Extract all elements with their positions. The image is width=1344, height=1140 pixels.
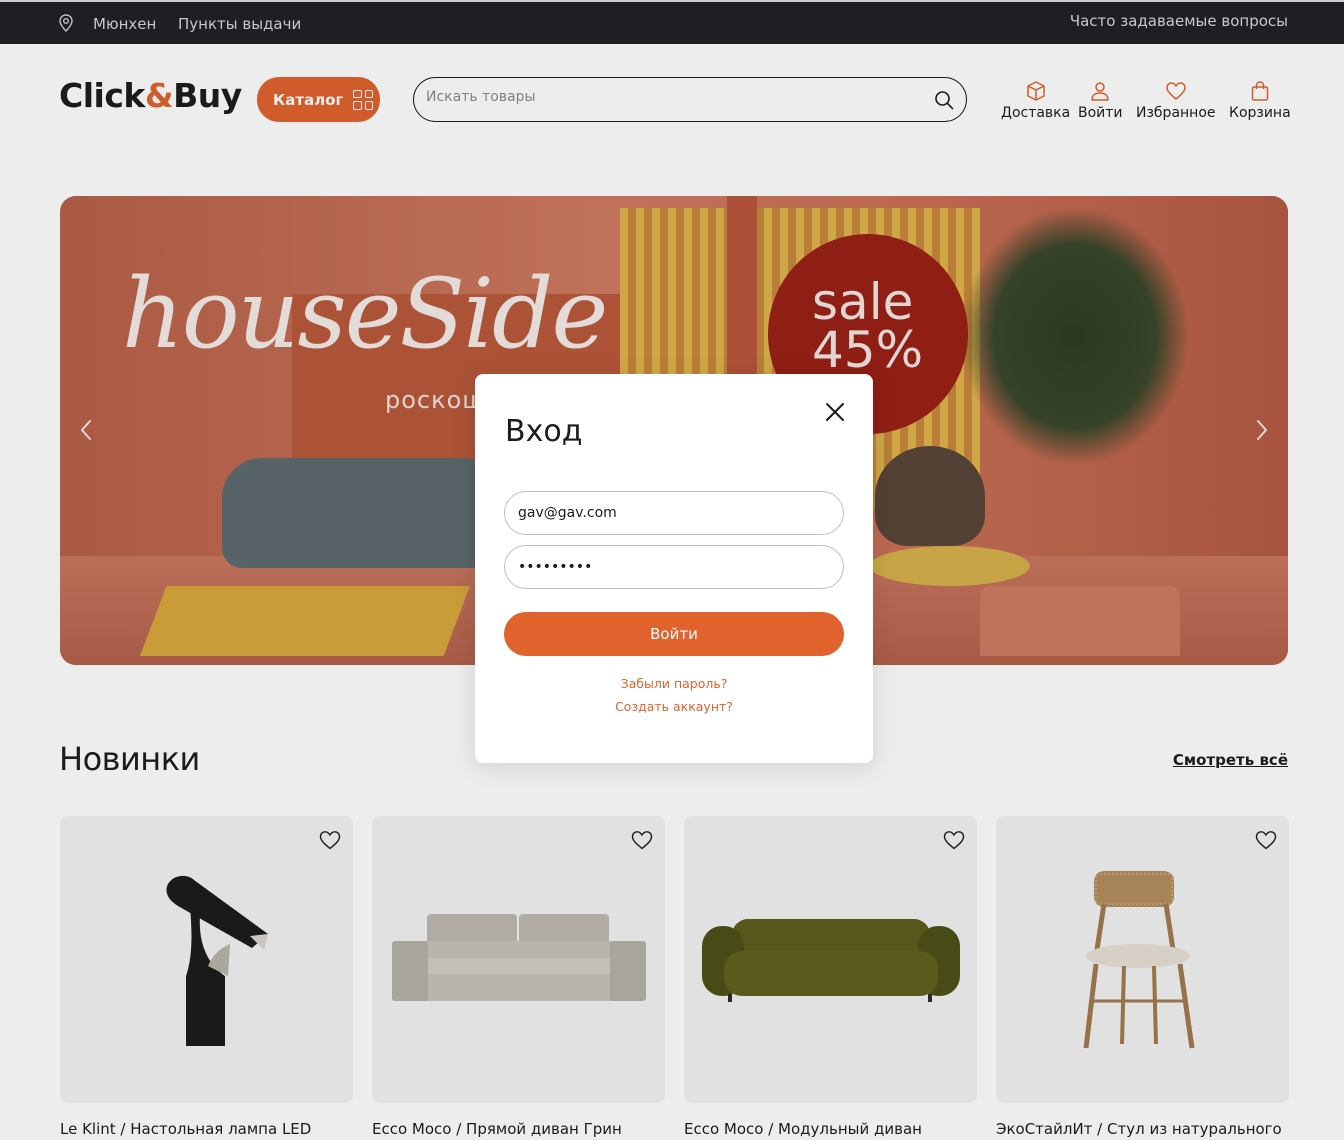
close-icon[interactable] — [823, 400, 847, 424]
login-modal: Вход Войти Забыли пароль? Создать аккаун… — [475, 374, 873, 763]
forgot-password-link[interactable]: Забыли пароль? — [475, 676, 873, 691]
email-field[interactable] — [504, 491, 844, 535]
login-submit-button[interactable]: Войти — [504, 612, 844, 656]
modal-title: Вход — [505, 414, 583, 449]
create-account-link[interactable]: Создать аккаунт? — [475, 699, 873, 714]
password-field[interactable] — [504, 545, 844, 589]
